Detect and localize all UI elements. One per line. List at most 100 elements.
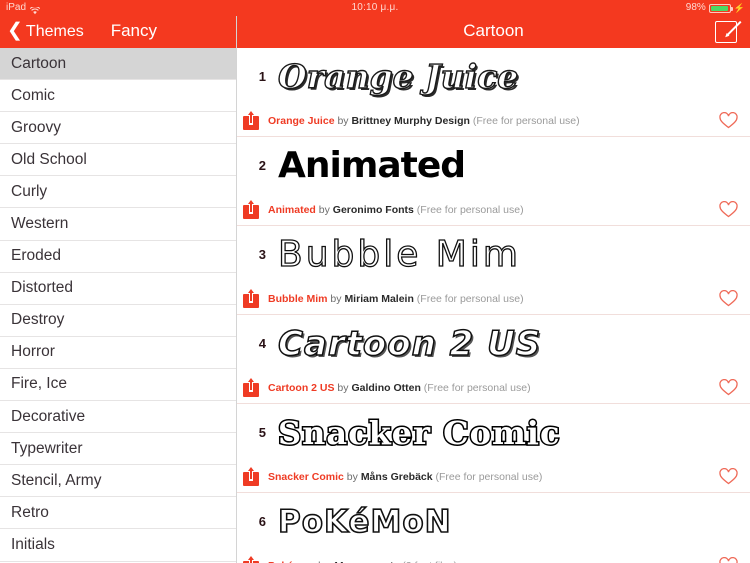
battery-percent-label: 98% [685, 2, 706, 13]
sidebar-item-retro[interactable]: Retro [0, 497, 236, 530]
back-to-themes-button[interactable]: ❮ Themes [7, 20, 84, 41]
font-list[interactable]: 1 Orange Juice Orange Juice by Brittney Mu… [237, 48, 750, 563]
by-label: by [334, 381, 352, 394]
font-author[interactable]: Brittney Murphy Design [351, 115, 469, 127]
font-name[interactable]: Cartoon 2 US [268, 382, 335, 394]
sidebar-item-old-school[interactable]: Old School [0, 144, 236, 177]
font-name[interactable]: Snacker Comic [268, 471, 344, 483]
font-meta-row: Bubble Mim by Miriam Malein (Free for pe… [237, 283, 750, 314]
font-license: (Free for personal use) [432, 470, 543, 483]
heart-outline-icon[interactable] [719, 468, 738, 485]
heart-outline-icon[interactable] [719, 557, 738, 563]
font-preview[interactable]: 3 Bubble Mim [237, 226, 750, 283]
font-meta-row: Pokémon by 44 comments (2 font files) [237, 550, 750, 563]
font-row[interactable]: 5 Snacker Comic Snacker Comic by Måns Greb… [237, 404, 750, 493]
font-license: (2 font files) [399, 560, 457, 563]
font-author[interactable]: 44 comments [332, 560, 399, 563]
sidebar-item-label: Distorted [11, 279, 74, 297]
sidebar-item-fire-ice[interactable]: Fire, Ice [0, 368, 236, 402]
font-preview[interactable]: 6 PoKéMoN [237, 493, 750, 550]
font-author[interactable]: Måns Grebäck [361, 471, 433, 483]
by-label: by [315, 560, 332, 563]
sidebar-item-label: Eroded [11, 247, 61, 265]
sidebar-item-destroy[interactable]: Destroy [0, 304, 236, 337]
font-credit-text: Cartoon 2 US by Galdino Otten (Free for … [268, 382, 710, 394]
font-sample-text: Snacker Comic [276, 412, 561, 453]
heart-outline-icon[interactable] [719, 290, 738, 307]
back-button-label: Themes [25, 22, 84, 40]
heart-outline-icon[interactable] [719, 379, 738, 396]
font-author[interactable]: Geronimo Fonts [333, 204, 414, 216]
app-root: iPad 10:10 μ.μ. 98% ⚡ ❮ Themes Fancy Car… [0, 0, 750, 563]
font-rank-number: 4 [258, 336, 266, 351]
font-row[interactable]: 3 Bubble Mim Bubble Mim by Miriam Malein (… [237, 226, 750, 315]
compose-pencil-icon[interactable] [715, 20, 742, 43]
font-preview[interactable]: 1 Orange Juice [237, 48, 750, 105]
font-credit-text: Orange Juice by Brittney Murphy Design (… [268, 115, 710, 127]
page-title: Cartoon [463, 21, 524, 40]
sidebar-item-western[interactable]: Western [0, 208, 236, 241]
sidebar-item-label: Fire, Ice [11, 375, 67, 393]
sidebar-item-curly[interactable]: Curly [0, 176, 236, 209]
font-sample-text: PoKéMoN [277, 503, 452, 541]
font-license: (Free for personal use) [420, 381, 531, 394]
font-name[interactable]: Bubble Mim [268, 293, 328, 305]
font-sample-text: Cartoon 2 US [277, 323, 542, 365]
font-credit-text: Snacker Comic by Måns Grebäck (Free for … [268, 471, 710, 483]
font-preview[interactable]: 2 Animated [237, 137, 750, 194]
font-row[interactable]: 1 Orange Juice Orange Juice by Brittney Mu… [237, 48, 750, 137]
chevron-left-icon: ❮ [7, 20, 23, 41]
battery-icon [708, 3, 733, 13]
font-rank-number: 6 [258, 514, 266, 529]
sidebar-item-label: Old School [11, 150, 87, 168]
by-label: by [334, 114, 352, 127]
heart-outline-icon[interactable] [719, 201, 738, 218]
font-preview[interactable]: 5 Snacker Comic [237, 404, 750, 461]
font-credit-text: Pokémon by 44 comments (2 font files) [268, 560, 710, 563]
by-label: by [343, 470, 361, 483]
font-preview[interactable]: 4 Cartoon 2 US [237, 315, 750, 372]
sidebar-item-initials[interactable]: Initials [0, 529, 236, 562]
sidebar-item-comic[interactable]: Comic [0, 80, 236, 113]
sidebar-item-distorted[interactable]: Distorted [0, 272, 236, 305]
font-row[interactable]: 4 Cartoon 2 US Cartoon 2 US by Galdino Ott… [237, 315, 750, 404]
sidebar-list[interactable]: Cartoon Comic Groovy Old School Curly Western… [0, 48, 236, 563]
font-meta-row: Cartoon 2 US by Galdino Otten (Free for … [237, 372, 750, 403]
download-share-icon[interactable] [243, 288, 259, 308]
download-share-icon[interactable] [243, 555, 259, 563]
download-share-icon[interactable] [243, 466, 259, 486]
sidebar-item-label: Groovy [11, 118, 61, 136]
font-meta-row: Snacker Comic by Måns Grebäck (Free for … [237, 461, 750, 492]
font-row[interactable]: 2 Animated Animated by Geronimo Fonts (Fre… [237, 137, 750, 226]
sidebar-item-label: Destroy [11, 311, 65, 329]
download-share-icon[interactable] [243, 377, 259, 397]
font-license: (Free for personal use) [469, 114, 580, 127]
status-bar: iPad 10:10 μ.μ. 98% ⚡ [0, 0, 750, 16]
sidebar-item-cartoon[interactable]: Cartoon [0, 48, 236, 81]
download-share-icon[interactable] [243, 199, 259, 219]
sidebar-item-groovy[interactable]: Groovy [0, 112, 236, 145]
sidebar-item-horror[interactable]: Horror [0, 336, 236, 369]
font-sample-text: Animated [278, 145, 466, 186]
font-rank-number: 2 [258, 158, 266, 173]
font-row[interactable]: 6 PoKéMoN Pokémon by 44 comments (2 font f… [237, 493, 750, 563]
lightning-bolt-icon: ⚡ [733, 3, 745, 13]
font-rank-number: 3 [258, 247, 266, 262]
sidebar-item-eroded[interactable]: Eroded [0, 240, 236, 273]
font-meta-row: Animated by Geronimo Fonts (Free for per… [237, 194, 750, 225]
font-license: (Free for personal use) [413, 203, 524, 216]
font-credit-text: Bubble Mim by Miriam Malein (Free for pe… [268, 293, 710, 305]
sidebar-item-typewriter[interactable]: Typewriter [0, 433, 236, 466]
sidebar-item-decorative[interactable]: Decorative [0, 401, 236, 434]
download-share-icon[interactable] [243, 110, 259, 130]
sidebar-item-label: Retro [11, 503, 49, 521]
font-author[interactable]: Miriam Malein [344, 293, 413, 305]
font-name[interactable]: Pokémon [268, 560, 315, 563]
font-author[interactable]: Galdino Otten [351, 382, 420, 394]
font-name[interactable]: Animated [268, 204, 316, 216]
font-rank-number: 1 [258, 69, 266, 84]
font-name[interactable]: Orange Juice [268, 115, 335, 127]
heart-outline-icon[interactable] [719, 112, 738, 129]
sidebar-item-stencil-army[interactable]: Stencil, Army [0, 465, 236, 498]
sidebar: ❮ Themes Fancy Cartoon Comic Groovy Old Sch… [0, 0, 237, 563]
